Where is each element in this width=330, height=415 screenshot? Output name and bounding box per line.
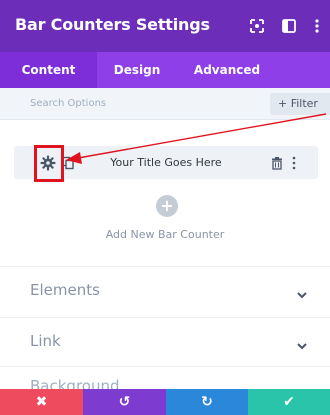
chevron-down-icon xyxy=(296,336,308,350)
undo-button[interactable]: ↺ xyxy=(83,389,166,415)
section-elements[interactable]: Elements xyxy=(0,266,330,312)
save-button[interactable]: ✔ xyxy=(248,389,330,415)
redo-button[interactable]: ↻ xyxy=(166,389,248,415)
action-bar: ✖ ↺ ↻ ✔ xyxy=(0,389,330,415)
add-new-button[interactable]: + xyxy=(156,195,178,217)
cancel-button[interactable]: ✖ xyxy=(0,389,83,415)
section-link[interactable]: Link xyxy=(0,317,330,363)
section-label: Link xyxy=(30,332,61,350)
add-new-label[interactable]: Add New Bar Counter xyxy=(0,228,330,241)
section-label: Elements xyxy=(30,281,100,299)
chevron-down-icon xyxy=(296,285,308,299)
